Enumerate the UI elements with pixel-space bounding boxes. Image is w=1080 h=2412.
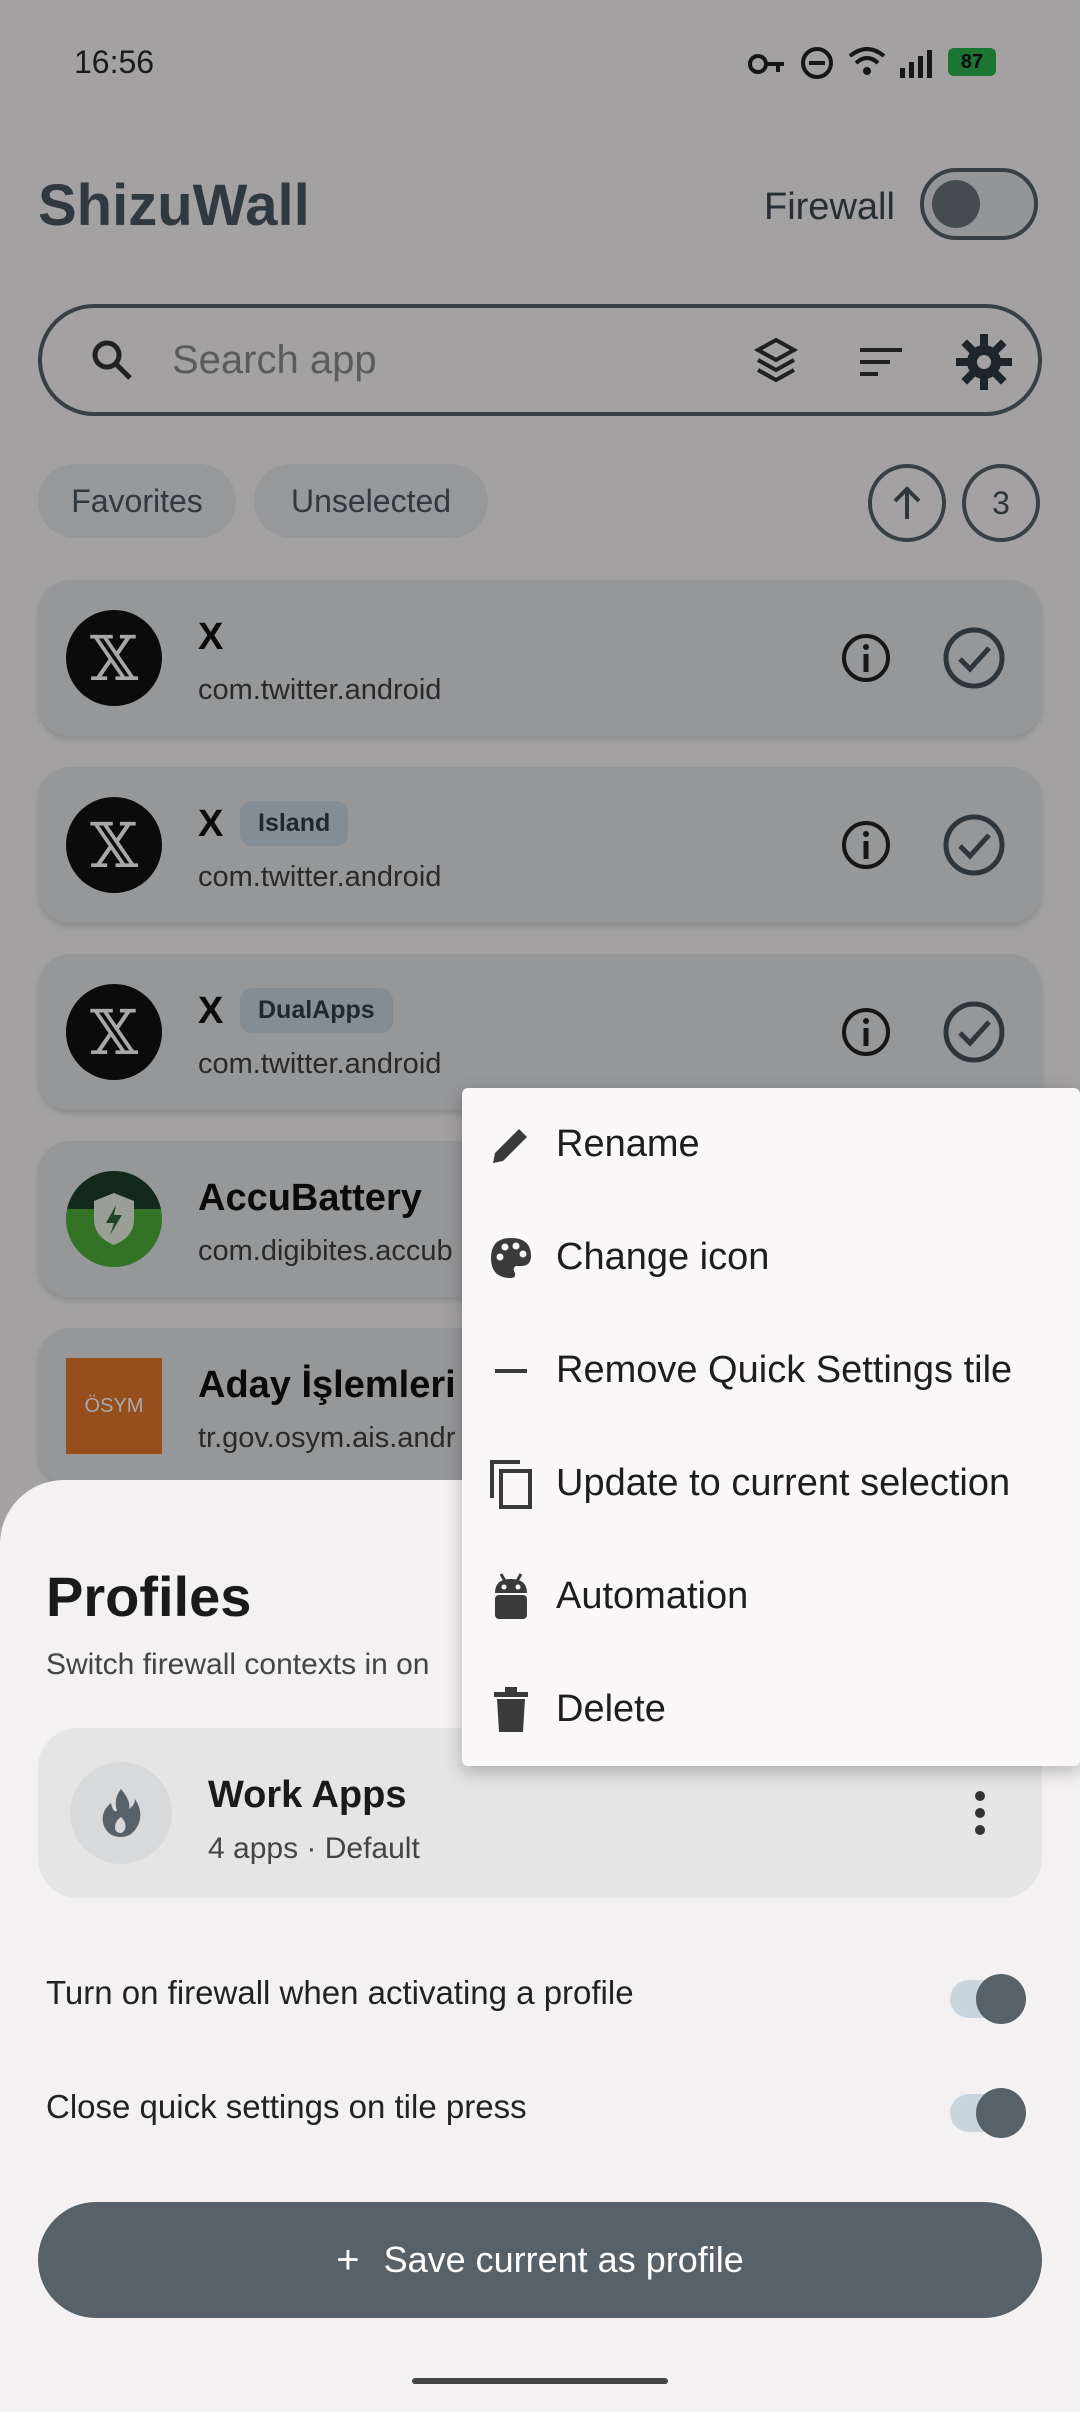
menu-remove-tile-label: Remove Quick Settings tile	[556, 1349, 1013, 1391]
profile-avatar	[70, 1762, 172, 1864]
plus-icon: +	[336, 2237, 360, 2282]
setting-firewall-toggle[interactable]	[950, 1974, 1026, 2024]
setting-close-qs-toggle[interactable]	[950, 2088, 1026, 2138]
save-profile-label: Save current as profile	[383, 2239, 744, 2280]
app-screen: 16:56 87 ShizuWall Firewall Search app F…	[0, 0, 1080, 2412]
menu-update-selection[interactable]: Update to current selection	[462, 1427, 1080, 1540]
profile-meta: 4 apps · Default	[208, 1832, 420, 1865]
setting-firewall-label: Turn on firewall when activating a profi…	[46, 1974, 634, 2011]
menu-delete-label: Delete	[556, 1688, 666, 1730]
menu-rename-label: Rename	[556, 1123, 700, 1165]
menu-change-icon[interactable]: Change icon	[462, 1201, 1080, 1314]
copy-icon	[484, 1457, 538, 1511]
trash-icon	[484, 1683, 538, 1737]
profiles-subtitle: Switch firewall contexts in on	[46, 1648, 430, 1681]
flame-icon	[102, 1789, 141, 1837]
profile-context-menu: Rename Change icon Remove Quick Settings…	[462, 1088, 1080, 1766]
toggle-thumb	[976, 2088, 1026, 2138]
palette-icon	[484, 1231, 538, 1285]
menu-delete[interactable]: Delete	[462, 1653, 1080, 1766]
pencil-icon	[484, 1118, 538, 1172]
profiles-title: Profiles	[46, 1565, 252, 1628]
toggle-thumb	[976, 1974, 1026, 2024]
minus-icon	[484, 1344, 538, 1398]
menu-automation-label: Automation	[556, 1575, 749, 1617]
menu-automation[interactable]: Automation	[462, 1540, 1080, 1653]
menu-rename[interactable]: Rename	[462, 1088, 1080, 1201]
menu-change-icon-label: Change icon	[556, 1236, 770, 1278]
menu-remove-tile[interactable]: Remove Quick Settings tile	[462, 1314, 1080, 1427]
android-icon	[484, 1570, 538, 1624]
menu-update-selection-label: Update to current selection	[556, 1462, 1011, 1504]
gesture-bar	[412, 2378, 668, 2384]
setting-close-qs-label: Close quick settings on tile press	[46, 2088, 527, 2125]
save-profile-button[interactable]: + Save current as profile	[38, 2202, 1042, 2318]
more-vert-icon[interactable]	[972, 1790, 988, 1836]
profile-name: Work Apps	[208, 1774, 407, 1816]
